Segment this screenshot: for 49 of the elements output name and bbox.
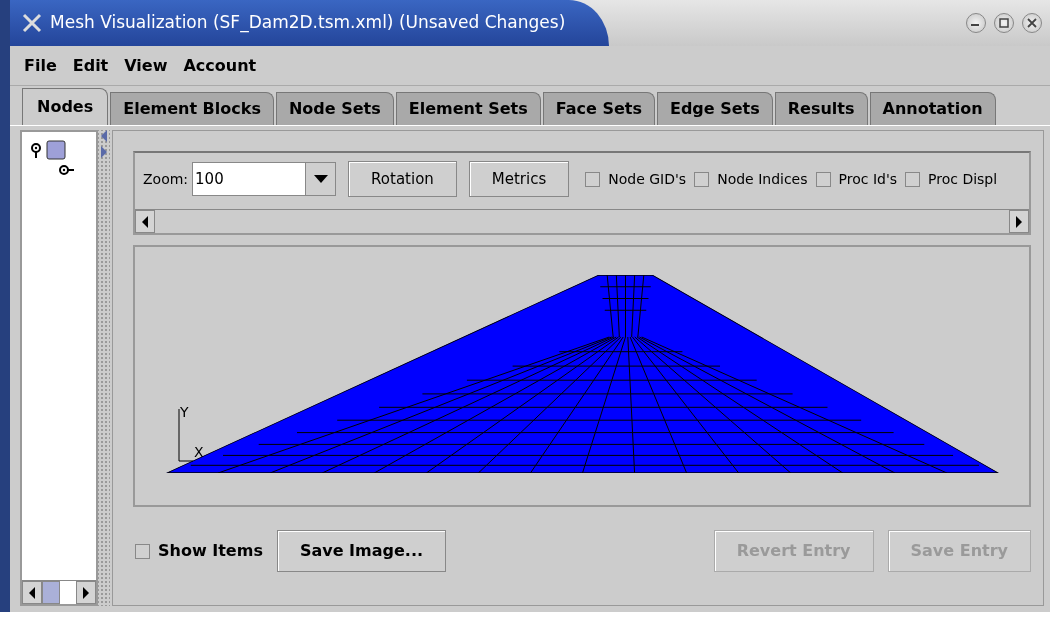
checkbox[interactable] (815, 171, 831, 187)
checkbox-label: Node Indices (717, 169, 808, 189)
tab[interactable]: Results (774, 92, 868, 125)
right-arrow-icon (1014, 213, 1024, 230)
checkbox[interactable] (905, 171, 921, 187)
maximize-icon (999, 18, 1009, 28)
tab[interactable]: Nodes (22, 88, 109, 125)
dropdown-arrow-icon[interactable] (313, 175, 328, 183)
zoom-combo[interactable]: 100 (192, 162, 337, 196)
tab[interactable]: Element Blocks (110, 92, 274, 125)
axis-label: X (194, 444, 204, 460)
checkbox-label: Proc Displ (928, 169, 998, 189)
splitter-arrows-icon[interactable] (100, 130, 109, 158)
menu-item[interactable]: Edit (66, 51, 115, 80)
toolbar-button[interactable]: Rotation (348, 161, 457, 197)
scroll-right-button[interactable] (76, 581, 97, 604)
menu-item[interactable]: Account (177, 51, 263, 80)
footer-button[interactable]: Save Image... (276, 530, 447, 572)
tab[interactable]: Annotation (869, 92, 996, 125)
axis-label: Y (180, 404, 189, 420)
maximize-button[interactable] (994, 13, 1014, 33)
checkbox[interactable] (694, 171, 710, 187)
tab[interactable]: Element Sets (395, 92, 541, 125)
menu-item[interactable]: File (18, 51, 63, 80)
checkbox[interactable] (135, 543, 150, 559)
scroll-right-button[interactable] (1009, 210, 1029, 233)
scroll-left-button[interactable] (22, 581, 42, 604)
tab[interactable]: Node Sets (275, 92, 394, 125)
checkbox-label: Node GID's (608, 169, 687, 189)
checkbox[interactable] (585, 171, 601, 187)
menu-item[interactable]: View (118, 51, 174, 80)
tree-handle-icon[interactable] (30, 141, 42, 159)
folder-node-icon (46, 140, 66, 160)
window-title: Mesh Visualization (SF_Dam2D.tsm.xml) (Unsaved Changes) (50, 11, 566, 35)
axis-indicator (178, 408, 194, 462)
close-button[interactable] (1022, 13, 1042, 33)
tab[interactable]: Face Sets (542, 92, 655, 125)
tab[interactable]: Edge Sets (656, 92, 773, 125)
scroll-thumb[interactable] (42, 581, 60, 604)
zoom-label: Zoom: (143, 169, 189, 189)
checkbox-label: Proc Id's (838, 169, 898, 189)
x-logo-icon (22, 13, 42, 33)
tree-handle-icon[interactable] (58, 164, 75, 176)
checkbox-label: Show Items (158, 540, 263, 562)
close-icon (1027, 18, 1037, 28)
minimize-button[interactable] (966, 13, 986, 33)
scroll-left-button[interactable] (135, 210, 155, 233)
toolbar-button[interactable]: Metrics (468, 161, 570, 197)
right-arrow-icon (81, 584, 92, 601)
